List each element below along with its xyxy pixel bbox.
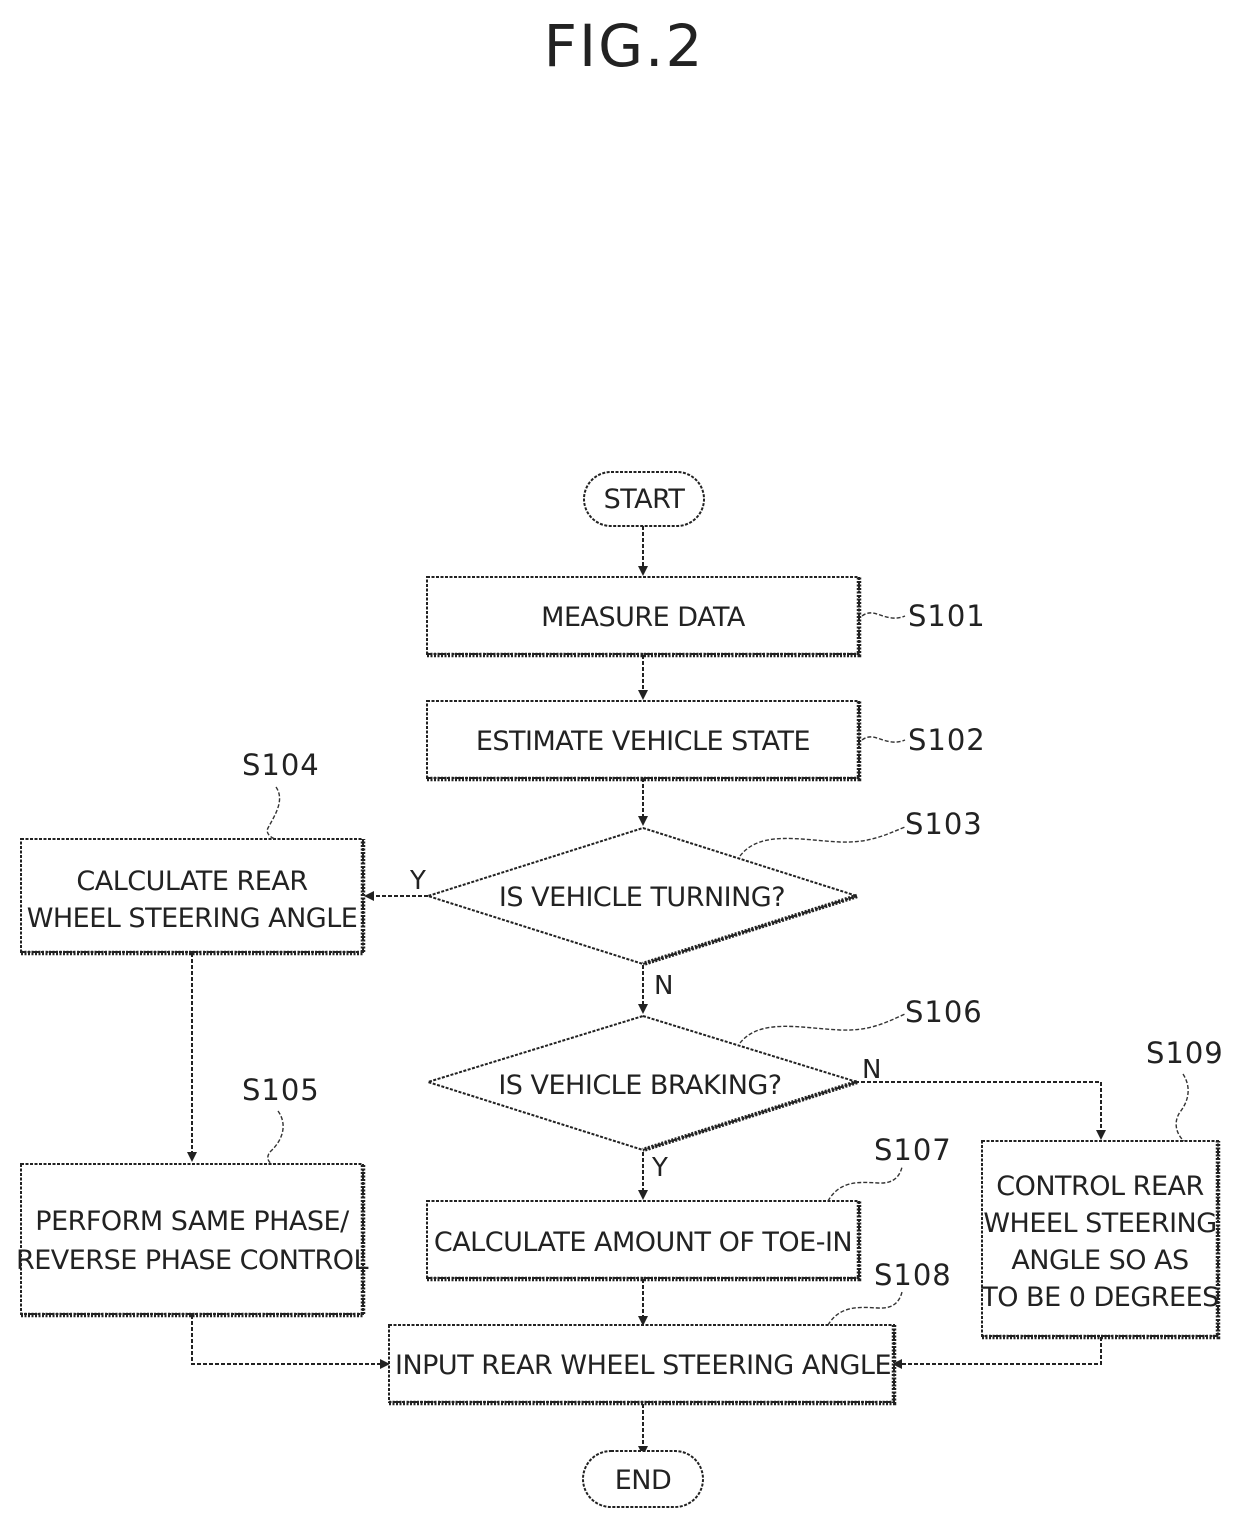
- leader-s104: [266, 786, 281, 840]
- step-id-s109: S109: [1146, 1036, 1224, 1070]
- decision-s103-text: IS VEHICLE TURNING?: [499, 882, 785, 913]
- arrowhead-down-icon: [1096, 1130, 1106, 1140]
- step-s104-text-line1: CALCULATE REAR: [76, 866, 307, 897]
- branch-label-no: N: [654, 971, 673, 1001]
- step-id-s101: S101: [908, 599, 986, 633]
- branch-label-yes: Y: [409, 866, 426, 896]
- leader-s103: [739, 826, 906, 857]
- step-id-s104: S104: [242, 748, 320, 782]
- arrowhead-down-icon: [638, 690, 648, 700]
- figure-title: FIG.2: [544, 12, 705, 80]
- branch-label-no: N: [862, 1055, 881, 1085]
- step-s109-text-line4: TO BE 0 DEGREES: [980, 1282, 1219, 1313]
- arrowhead-down-icon: [638, 1190, 648, 1200]
- step-s104: CALCULATE REAR WHEEL STEERING ANGLE S104: [20, 748, 366, 956]
- step-s101-text: MEASURE DATA: [541, 602, 746, 633]
- step-s109: CONTROL REAR WHEEL STEERING ANGLE SO AS …: [980, 1036, 1224, 1340]
- step-id-s106: S106: [905, 995, 983, 1029]
- arrowhead-down-icon: [638, 1004, 648, 1014]
- end-label: END: [615, 1465, 672, 1496]
- step-s109-text-line1: CONTROL REAR: [996, 1171, 1203, 1202]
- step-id-s103: S103: [905, 807, 983, 841]
- leader-s106: [739, 1013, 906, 1044]
- decision-s106-text: IS VEHICLE BRAKING?: [498, 1070, 781, 1101]
- step-id-s108: S108: [874, 1258, 952, 1292]
- step-s105-text-line1: PERFORM SAME PHASE/: [35, 1206, 350, 1237]
- decision-s103: IS VEHICLE TURNING? S103 Y N: [409, 807, 983, 1001]
- step-s102: ESTIMATE VEHICLE STATE S102: [426, 700, 986, 782]
- step-id-s102: S102: [908, 723, 986, 757]
- leader-s102: [861, 736, 906, 743]
- step-s102-text: ESTIMATE VEHICLE STATE: [476, 726, 810, 757]
- arrowhead-down-icon: [638, 816, 648, 826]
- step-s109-text-line2: WHEEL STEERING: [983, 1208, 1216, 1239]
- leader-s107: [827, 1166, 903, 1202]
- step-s107-text: CALCULATE AMOUNT OF TOE-IN: [434, 1227, 852, 1258]
- start-terminal: START: [583, 471, 705, 527]
- leader-s101: [861, 612, 906, 619]
- arrowhead-down-icon: [638, 566, 648, 576]
- leader-s105: [267, 1110, 284, 1165]
- start-label: START: [604, 484, 686, 515]
- branch-label-yes: Y: [651, 1153, 668, 1183]
- step-s101: MEASURE DATA S101: [426, 576, 986, 658]
- step-id-s105: S105: [242, 1073, 320, 1107]
- arrowhead-down-icon: [187, 1152, 197, 1162]
- connector-s109-s108: [898, 1337, 1102, 1365]
- step-s104-text-line2: WHEEL STEERING ANGLE: [27, 903, 358, 934]
- step-s108-text: INPUT REAR WHEEL STEERING ANGLE: [395, 1350, 891, 1381]
- step-s105-text-line2: REVERSE PHASE CONTROL: [16, 1245, 369, 1276]
- leader-s108: [827, 1291, 903, 1326]
- arrowhead-left-icon: [364, 891, 374, 901]
- step-id-s107: S107: [874, 1133, 952, 1167]
- end-terminal: END: [582, 1450, 704, 1508]
- leader-s109: [1175, 1073, 1189, 1142]
- connector-s106-s109: [855, 1081, 1102, 1136]
- connector-s105-s108: [191, 1315, 384, 1365]
- step-s109-text-line3: ANGLE SO AS: [1011, 1245, 1188, 1276]
- flowchart: FIG.2 START MEASURE DATA S101 ESTIMATE V…: [16, 12, 1224, 1508]
